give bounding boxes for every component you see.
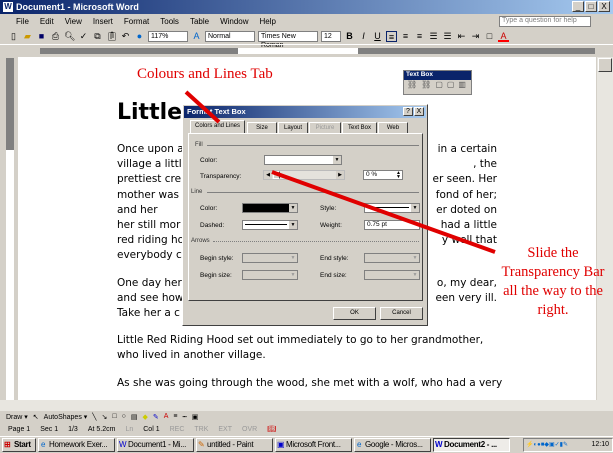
status-rec[interactable]: REC — [170, 426, 185, 433]
start-label: Start — [14, 440, 31, 449]
task-label: Microsoft Front... — [286, 440, 341, 449]
task-label: Google - Micros... — [365, 440, 423, 449]
task-google[interactable]: e Google - Micros... — [354, 438, 431, 452]
arrow-to-slider — [271, 170, 496, 254]
shadow-icon[interactable]: ▣ — [192, 413, 199, 421]
paint-icon: ✎ — [198, 440, 205, 449]
status-line: Ln — [125, 425, 134, 433]
task-frontpage[interactable]: ▣ Microsoft Front... — [275, 438, 352, 452]
word-icon: W — [435, 440, 443, 449]
annotation-slide-note: Slide the Transparency Bar all the way t… — [501, 245, 605, 318]
arrow-icon[interactable]: ↘ — [102, 413, 108, 421]
status-ext[interactable]: EXT — [218, 426, 232, 433]
task-label: Homework Exer... — [49, 440, 108, 449]
status-at: At 5.2cm — [87, 425, 116, 433]
taskbar: Start ⊞ e Homework Exer... W Document1 - Mi… — [0, 436, 613, 453]
system-tray: ⚡◐●■◆▣✓▮✎ 12:10 — [523, 438, 613, 452]
arrow-to-tab — [184, 90, 221, 124]
line-icon[interactable]: ╲ — [92, 413, 96, 421]
status-col: Col 1 — [143, 425, 160, 433]
task-label: untitled - Paint — [207, 440, 254, 449]
draw-menu[interactable]: Draw ▾ — [6, 413, 28, 421]
font-color-icon[interactable]: A — [164, 413, 169, 420]
word-icon: W — [119, 440, 127, 449]
status-pages: 1/3 — [68, 425, 78, 433]
line-color-icon[interactable]: ✎ — [153, 413, 159, 421]
status-section: Sec 1 — [40, 425, 59, 433]
ie-icon: e — [357, 440, 362, 449]
clock: 12:10 — [591, 441, 609, 448]
rectangle-icon[interactable]: □ — [112, 413, 116, 420]
task-document2[interactable]: W Document2 - ... — [433, 438, 510, 452]
task-label: Document2 - ... — [444, 440, 497, 449]
frontpage-icon: ▣ — [277, 440, 285, 449]
status-page: Page 1 — [8, 425, 31, 433]
status-trk[interactable]: TRK — [194, 426, 208, 433]
tray-icons[interactable]: ⚡◐●■◆▣✓▮✎ — [524, 439, 568, 451]
autoshapes-menu[interactable]: AutoShapes ▾ — [44, 413, 88, 421]
annotation-arrows — [184, 90, 496, 254]
line-style-icon[interactable]: ≡ — [173, 413, 177, 420]
task-paint[interactable]: ✎ untitled - Paint — [196, 438, 273, 452]
task-homework[interactable]: e Homework Exer... — [38, 438, 115, 452]
task-label: Document1 - Mi... — [128, 440, 187, 449]
status-ovr[interactable]: OVR — [242, 426, 257, 433]
oval-icon[interactable]: ○ — [122, 413, 126, 420]
dash-style-icon[interactable]: ┅ — [183, 413, 187, 421]
fill-color-icon[interactable]: ◆ — [142, 413, 147, 421]
start-button[interactable]: Start ⊞ — [2, 438, 36, 452]
ie-icon: e — [41, 440, 46, 449]
task-document1[interactable]: W Document1 - Mi... — [117, 438, 194, 452]
drawing-toolbar: Draw ▾ ↖ AutoShapes ▾ ╲ ↘ □ ○ ▤ ◆ ✎ A ≡ … — [0, 410, 613, 423]
textbox-icon[interactable]: ▤ — [131, 413, 138, 421]
windows-logo-icon: ⊞ — [4, 440, 11, 449]
select-pointer-icon[interactable]: ↖ — [33, 413, 39, 421]
status-bar: Page 1 Sec 1 1/3 At 5.2cm Ln Col 1 REC T… — [0, 423, 613, 435]
spelling-status-icon[interactable]: 📖︎ — [267, 425, 276, 433]
